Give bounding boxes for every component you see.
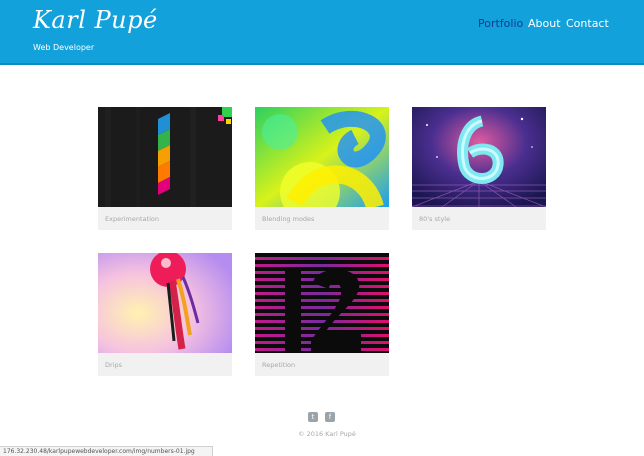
copyright: © 2016 Karl Pupé: [298, 430, 356, 438]
portfolio-card-experimentation[interactable]: Experimentation: [98, 107, 232, 230]
site-subtitle: Web Developer: [33, 43, 95, 52]
portfolio-caption: Blending modes: [262, 215, 315, 223]
nav-contact[interactable]: Contact: [566, 17, 609, 30]
portfolio-caption: 80's style: [419, 215, 451, 223]
portfolio-thumbnail[interactable]: [98, 107, 232, 207]
site-title[interactable]: Karl Pupé: [33, 6, 158, 34]
portfolio-caption: Drips: [105, 361, 122, 369]
status-bar-url: 176.32.230.48/karlpupewebdeveloper.com/i…: [0, 446, 213, 456]
portfolio-card-drips[interactable]: Drips: [98, 253, 232, 376]
portfolio-card-blending-modes[interactable]: Blending modes: [255, 107, 389, 230]
portfolio-card-80s-style[interactable]: 80's style: [412, 107, 546, 230]
portfolio-card-repetition[interactable]: Repetition: [255, 253, 389, 376]
portfolio-caption: Repetition: [262, 361, 296, 369]
nav-about[interactable]: About: [528, 17, 561, 30]
site-header: Karl Pupé Web Developer Portfolio About …: [0, 0, 644, 65]
portfolio-thumbnail[interactable]: [412, 107, 546, 207]
portfolio-thumbnail[interactable]: [255, 253, 389, 353]
portfolio-caption: Experimentation: [105, 215, 159, 223]
portfolio-thumbnail[interactable]: [255, 107, 389, 207]
twitter-icon[interactable]: t: [308, 412, 318, 422]
nav-portfolio[interactable]: Portfolio: [478, 17, 523, 30]
portfolio-thumbnail[interactable]: [98, 253, 232, 353]
facebook-icon[interactable]: f: [325, 412, 335, 422]
